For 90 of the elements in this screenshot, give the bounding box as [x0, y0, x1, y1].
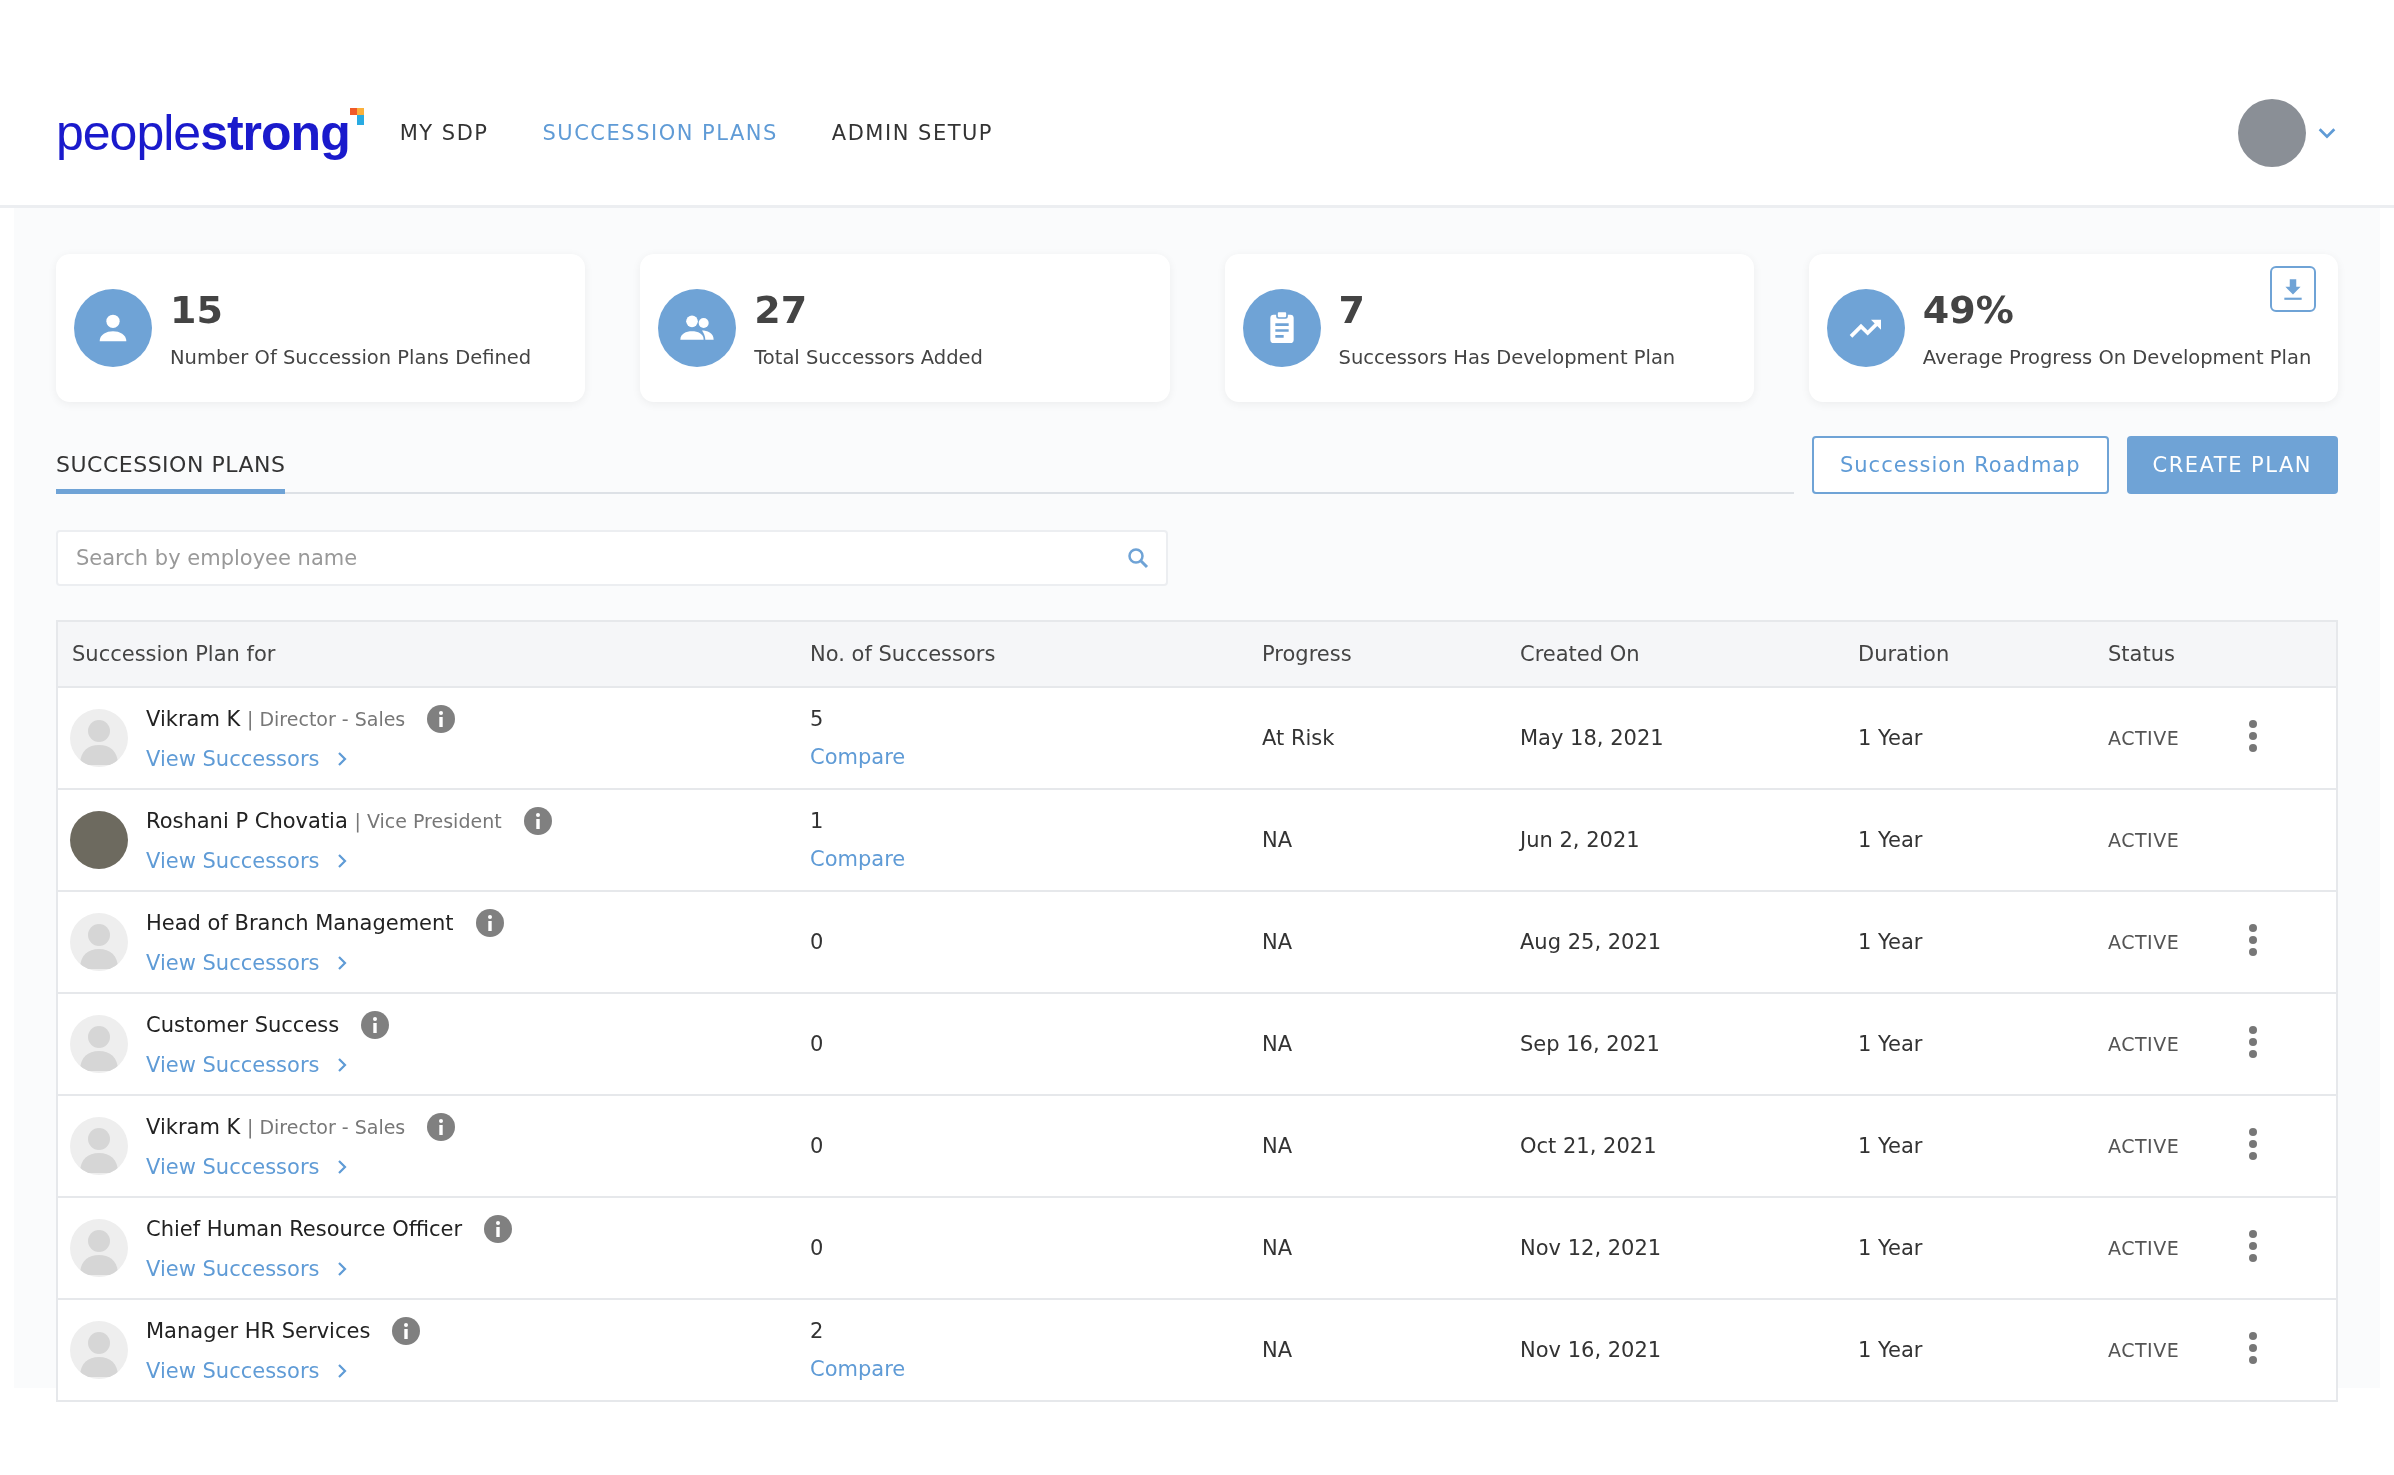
section-tab[interactable]: SUCCESSION PLANS	[56, 452, 286, 494]
progress-cell-text: NA	[1262, 828, 1294, 852]
view-successors-link[interactable]: View Successors	[146, 747, 456, 771]
column-header: No. of Successors	[810, 642, 997, 666]
stat-value: 27	[754, 287, 808, 332]
stat-label: Average Progress On Development Plan	[1922, 345, 2312, 369]
status-cell-text: ACTIVE	[2108, 829, 2181, 851]
column-header: Created On	[1520, 642, 1641, 666]
status-cell-text: ACTIVE	[2108, 1237, 2181, 1259]
create-plan-button[interactable]: CREATE PLAN	[2126, 436, 2338, 494]
status-cell-text: ACTIVE	[2108, 1033, 2181, 1055]
more-options-icon[interactable]	[2248, 922, 2258, 957]
created-date-cell-text: Nov 12, 2021	[1520, 1236, 1663, 1260]
plan-name: Chief Human Resource Officer	[146, 1217, 463, 1241]
status-cell-text: ACTIVE	[2108, 727, 2181, 749]
download-button[interactable]	[2270, 266, 2316, 312]
duration-cell-text: 1 Year	[1858, 828, 1924, 852]
info-icon[interactable]	[484, 1215, 513, 1243]
plan-name: Head of Branch Management	[146, 911, 454, 935]
more-options-icon[interactable]	[2248, 1126, 2258, 1161]
progress-cell-text: NA	[1262, 930, 1294, 954]
status-cell-text: ACTIVE	[2108, 931, 2181, 953]
stat-label: Total Successors Added	[754, 345, 983, 369]
plan-name: Customer Success	[146, 1013, 340, 1037]
successor-count: 0	[810, 1236, 825, 1260]
compare-link[interactable]: Compare	[810, 745, 1262, 769]
avatar-photo-placeholder	[70, 811, 128, 869]
column-header: Progress	[1262, 642, 1353, 666]
nav-tab[interactable]: SUCCESSION PLANS	[542, 120, 778, 145]
nav-tab[interactable]: ADMIN SETUP	[831, 120, 993, 145]
plan-name: Manager HR Services	[146, 1319, 371, 1343]
column-header: Duration	[1858, 642, 1951, 666]
search-field[interactable]: Search by employee name	[56, 530, 1168, 586]
created-date-cell-text: Nov 16, 2021	[1520, 1338, 1663, 1362]
more-options-icon[interactable]	[2248, 1228, 2258, 1263]
view-successors-link[interactable]: View Successors	[146, 1359, 421, 1383]
view-successors-link[interactable]: View Successors	[146, 1257, 513, 1281]
status-cell-text: ACTIVE	[2108, 1339, 2181, 1361]
logo: peoplestrong	[56, 103, 364, 162]
progress-cell-text: NA	[1262, 1236, 1294, 1260]
plan-name: Vikram K | Director - Sales	[146, 707, 406, 731]
info-icon[interactable]	[361, 1011, 390, 1039]
stat-value: 7	[1338, 287, 1365, 332]
more-options-icon[interactable]	[2248, 1330, 2258, 1365]
status-cell-text: ACTIVE	[2108, 1135, 2181, 1157]
created-date-cell-text: Oct 21, 2021	[1520, 1134, 1658, 1158]
progress-cell-text: NA	[1262, 1032, 1294, 1056]
progress-cell-text: NA	[1262, 1338, 1294, 1362]
successor-count: 0	[810, 1032, 825, 1056]
view-successors-link[interactable]: View Successors	[146, 849, 552, 873]
created-date-cell-text: Aug 25, 2021	[1520, 930, 1663, 954]
created-date-cell-text: Jun 2, 2021	[1520, 828, 1641, 852]
more-options-icon[interactable]	[2248, 1024, 2258, 1059]
successor-count: 0	[810, 1134, 825, 1158]
info-icon[interactable]	[427, 1113, 456, 1141]
info-icon[interactable]	[392, 1317, 421, 1345]
search-icon[interactable]	[1126, 546, 1150, 570]
created-date-cell-text: Sep 16, 2021	[1520, 1032, 1661, 1056]
plan-name: Vikram K | Director - Sales	[146, 1115, 406, 1139]
nav-tab[interactable]: MY SDP	[399, 120, 489, 145]
duration-cell-text: 1 Year	[1858, 1236, 1924, 1260]
info-icon[interactable]	[523, 807, 552, 835]
compare-link[interactable]: Compare	[810, 847, 1262, 871]
column-header: Succession Plan for	[71, 642, 277, 666]
duration-cell-text: 1 Year	[1858, 930, 1924, 954]
duration-cell-text: 1 Year	[1858, 726, 1924, 750]
view-successors-link[interactable]: View Successors	[146, 1053, 390, 1077]
stat-value: 15	[170, 287, 223, 332]
more-options-icon[interactable]	[2248, 718, 2258, 753]
duration-cell-text: 1 Year	[1858, 1338, 1924, 1362]
successor-count: 5	[810, 707, 825, 731]
stat-label: Successors Has Development Plan	[1338, 345, 1676, 369]
succession-roadmap-button[interactable]: Succession Roadmap	[1812, 436, 2109, 494]
plan-name: Roshani P Chovatia | Vice President	[146, 809, 502, 833]
info-icon[interactable]	[427, 705, 456, 733]
column-header: Status	[2108, 642, 2176, 666]
stat-label: Number Of Succession Plans Defined	[170, 345, 532, 369]
info-icon[interactable]	[475, 909, 504, 937]
view-successors-link[interactable]: View Successors	[146, 951, 504, 975]
successor-count: 1	[810, 809, 825, 833]
compare-link[interactable]: Compare	[810, 1357, 1262, 1381]
progress-cell-text: NA	[1262, 1134, 1294, 1158]
created-date-cell-text: May 18, 2021	[1520, 726, 1665, 750]
duration-cell-text: 1 Year	[1858, 1032, 1924, 1056]
duration-cell-text: 1 Year	[1858, 1134, 1924, 1158]
progress-cell-text: At Risk	[1262, 726, 1336, 750]
stat-value: 49%	[1922, 287, 2014, 332]
successor-count: 0	[810, 930, 825, 954]
successor-count: 2	[810, 1319, 825, 1343]
view-successors-link[interactable]: View Successors	[146, 1155, 456, 1179]
